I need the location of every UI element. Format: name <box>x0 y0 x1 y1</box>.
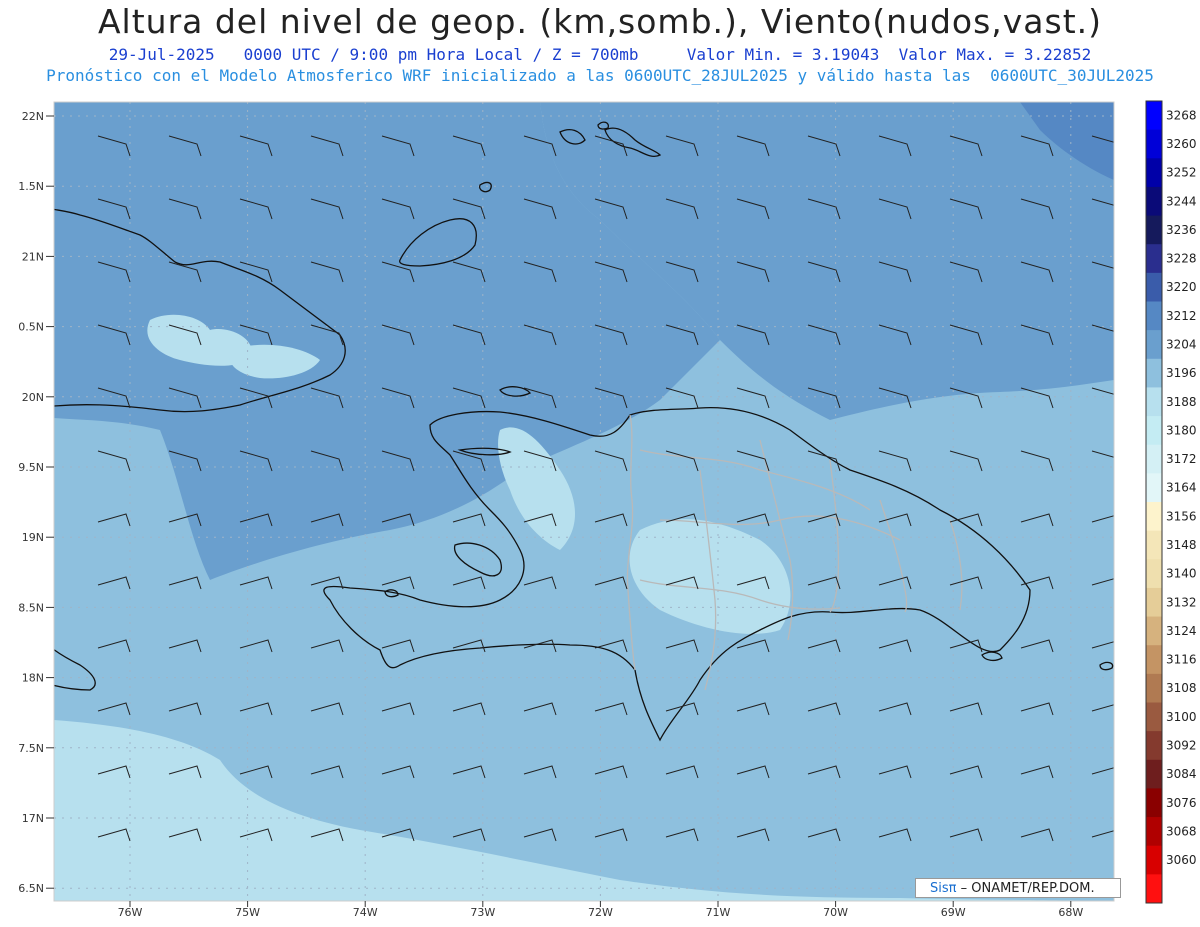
colorbar-swatch <box>1146 101 1162 131</box>
colorbar-label: 3236 <box>1166 223 1197 237</box>
colorbar-label: 3268 <box>1166 108 1197 122</box>
colorbar-swatch <box>1146 759 1162 789</box>
longitude-label: 68W <box>1058 906 1083 919</box>
colorbar-swatch <box>1146 645 1162 675</box>
colorbar-swatch <box>1146 330 1162 360</box>
colorbar-label: 3260 <box>1166 137 1197 151</box>
colorbar-label: 3196 <box>1166 366 1197 380</box>
latitude-label: 19N <box>22 531 44 544</box>
colorbar-label: 3156 <box>1166 509 1197 523</box>
colorbar-label: 3212 <box>1166 309 1197 323</box>
longitude-label: 75W <box>235 906 260 919</box>
colorbar-swatch <box>1146 502 1162 532</box>
colorbar-swatch <box>1146 444 1162 474</box>
colorbar-swatch <box>1146 817 1162 847</box>
colorbar-label: 3116 <box>1166 653 1197 667</box>
latitude-label: 20N <box>22 391 44 404</box>
latitude-label: 17N <box>22 812 44 825</box>
colorbar-swatch <box>1146 673 1162 703</box>
colorbar-label: 3060 <box>1166 853 1197 867</box>
colorbar-swatch <box>1146 244 1162 274</box>
colorbar-label: 3140 <box>1166 567 1197 581</box>
colorbar-swatch <box>1146 874 1162 904</box>
colorbar-swatch <box>1146 186 1162 217</box>
longitude-label: 70W <box>823 906 848 919</box>
longitude-label: 74W <box>353 906 378 919</box>
colorbar-swatch <box>1146 788 1162 818</box>
colorbar-label: 3124 <box>1166 624 1197 638</box>
colorbar-swatch <box>1146 587 1162 618</box>
colorbar-swatch <box>1146 358 1162 388</box>
colorbar-swatch <box>1146 416 1162 446</box>
colorbar-label: 3228 <box>1166 252 1197 266</box>
longitude-label: 76W <box>118 906 143 919</box>
colorbar-label: 3180 <box>1166 423 1197 437</box>
colorbar-swatch <box>1146 559 1162 589</box>
colorbar-swatch <box>1146 387 1162 417</box>
colorbar-swatch <box>1146 616 1162 646</box>
colorbar-label: 3132 <box>1166 595 1197 609</box>
latitude-axis: 22N 1.5N 21N 0.5N 20N 9.5N 19N 8.5N 18N 7.5N 17N 6.… <box>18 110 54 895</box>
colorbar-swatch <box>1146 530 1162 560</box>
map-figure: 22N 1.5N 21N 0.5N 20N 9.5N 19N 8.5N 18N 7.5N 17N 6.… <box>18 100 1197 919</box>
longitude-axis: 76W 75W 74W 73W 72W 71W 70W 69W 68W <box>118 901 1083 919</box>
longitude-label: 72W <box>588 906 613 919</box>
colorbar-label: 3204 <box>1166 337 1197 351</box>
colorbar-label: 3092 <box>1166 738 1197 752</box>
latitude-label: 1.5N <box>18 180 44 193</box>
credit-text: – ONAMET/REP.DOM. <box>960 881 1095 896</box>
colorbar-label: 3220 <box>1166 280 1197 294</box>
latitude-label: 22N <box>22 110 44 123</box>
colorbar-swatch <box>1146 473 1162 503</box>
colorbar-label: 3252 <box>1166 166 1197 180</box>
colorbar-swatch <box>1146 215 1162 245</box>
longitude-label: 71W <box>706 906 731 919</box>
colorbar: 3268 3260 3252 3244 3236 3228 3220 3212 3204 3196… <box>1145 100 1197 904</box>
colorbar-label: 3076 <box>1166 796 1197 810</box>
colorbar-swatch <box>1146 158 1162 188</box>
longitude-label: 69W <box>941 906 966 919</box>
colorbar-label: 3244 <box>1166 194 1197 208</box>
latitude-label: 9.5N <box>18 461 44 474</box>
colorbar-swatch <box>1146 731 1162 761</box>
colorbar-label: 3172 <box>1166 452 1197 466</box>
latitude-label: 7.5N <box>18 742 44 755</box>
sispi-logo: Sisπ <box>930 881 957 896</box>
colorbar-label: 3068 <box>1166 824 1197 838</box>
colorbar-label: 3108 <box>1166 681 1197 695</box>
latitude-label: 21N <box>22 250 44 263</box>
colorbar-label: 3164 <box>1166 481 1197 495</box>
latitude-label: 0.5N <box>18 321 44 334</box>
credit-box: Sisπ – ONAMET/REP.DOM. <box>915 878 1121 898</box>
latitude-label: 8.5N <box>18 601 44 614</box>
colorbar-swatch <box>1146 272 1162 302</box>
colorbar-label: 3188 <box>1166 395 1197 409</box>
colorbar-label: 3100 <box>1166 710 1197 724</box>
colorbar-swatch <box>1146 301 1162 331</box>
colorbar-label: 3084 <box>1166 767 1197 781</box>
latitude-label: 6.5N <box>18 882 44 895</box>
longitude-label: 73W <box>470 906 495 919</box>
colorbar-swatch <box>1146 702 1162 732</box>
latitude-label: 18N <box>22 672 44 685</box>
colorbar-label: 3148 <box>1166 538 1197 552</box>
colorbar-swatch <box>1146 845 1162 875</box>
colorbar-swatch <box>1146 129 1162 159</box>
